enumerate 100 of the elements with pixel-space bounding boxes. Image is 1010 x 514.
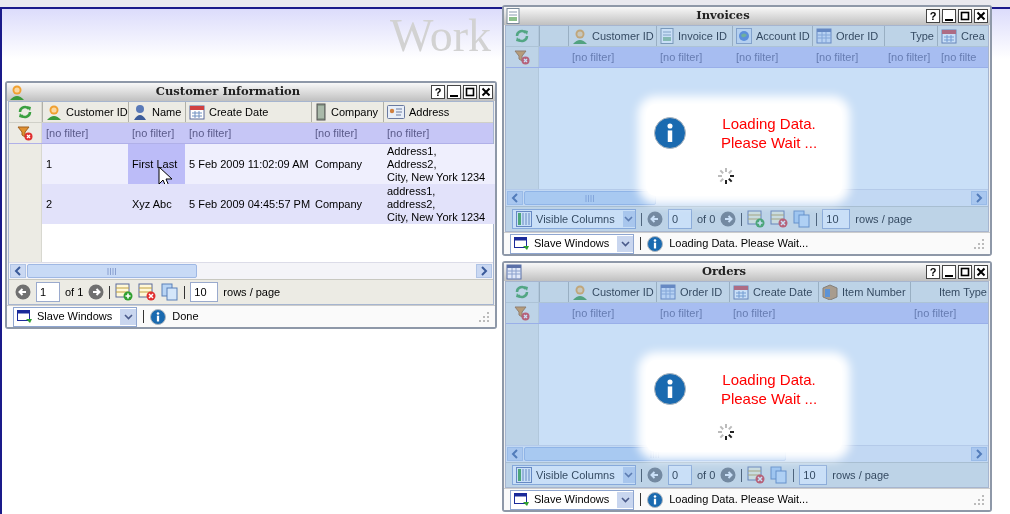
minimize-icon <box>945 274 953 277</box>
filter-clear-icon[interactable] <box>514 305 530 321</box>
rows-per-page-field[interactable]: 10 <box>190 282 219 302</box>
right-chevron-icon <box>975 193 983 203</box>
maximize-icon <box>960 11 970 21</box>
column-header[interactable]: Account ID <box>732 26 812 46</box>
delete-row-icon[interactable] <box>770 210 789 228</box>
scrollbar-thumb[interactable] <box>27 264 197 278</box>
table-cell[interactable]: address1, address2, City, New York 1234 <box>383 184 495 224</box>
close-icon <box>976 11 986 21</box>
table-cell[interactable]: Company <box>311 184 383 224</box>
grip-icon <box>650 450 660 458</box>
column-header[interactable]: Item Number <box>818 282 910 302</box>
rows-per-page-field[interactable]: 10 <box>799 465 828 485</box>
close-icon <box>481 87 491 97</box>
status-message: Loading Data. Please Wait... <box>669 492 810 508</box>
table-cell[interactable]: Xyz Abc <box>128 184 185 224</box>
maximize-button[interactable] <box>463 85 477 99</box>
column-header[interactable]: Order ID <box>656 282 729 302</box>
copy-icon[interactable] <box>161 283 180 301</box>
filter-cell[interactable]: [no filter] <box>128 123 185 143</box>
add-row-icon[interactable] <box>747 210 766 228</box>
close-button[interactable] <box>974 265 988 279</box>
filter-cell[interactable]: [no filter] <box>185 123 311 143</box>
filter-cell[interactable]: [no filter] <box>311 123 383 143</box>
column-header[interactable]: Invoice ID <box>656 26 732 46</box>
column-header[interactable]: Address <box>383 102 495 122</box>
grip-icon <box>107 267 117 275</box>
page-count: of 1 <box>65 284 84 300</box>
table-cell[interactable]: 1 <box>42 144 128 184</box>
resize-grip-icon <box>974 494 984 505</box>
column-header[interactable]: Crea <box>937 26 987 46</box>
filter-cell[interactable]: [no filter] <box>383 123 495 143</box>
page-field[interactable]: 0 <box>668 465 692 485</box>
grip-icon <box>585 194 595 202</box>
refresh-icon[interactable] <box>514 28 530 44</box>
windows-dropdown[interactable]: Slave Windows <box>13 306 138 327</box>
close-button[interactable] <box>974 9 988 23</box>
column-header[interactable]: Customer ID <box>568 26 656 46</box>
scroll-right-button[interactable] <box>971 447 987 461</box>
column-header[interactable]: Create Date <box>729 282 818 302</box>
minimize-icon <box>450 94 458 97</box>
page-field[interactable]: 1 <box>36 282 60 302</box>
page-field[interactable]: 0 <box>668 209 692 229</box>
help-button[interactable]: ? <box>431 85 445 99</box>
calendar-icon <box>733 284 749 300</box>
caret-icon <box>620 496 630 503</box>
filter-clear-icon[interactable] <box>17 125 33 141</box>
maximize-icon <box>960 267 970 277</box>
loading-message: Loading Data. Please Wait ... <box>719 114 819 152</box>
maximize-button[interactable] <box>958 265 972 279</box>
table-cell[interactable]: 2 <box>42 184 128 224</box>
help-button[interactable]: ? <box>926 9 940 23</box>
table-icon <box>816 28 832 44</box>
copy-icon[interactable] <box>770 466 789 484</box>
scroll-left-button[interactable] <box>10 264 26 278</box>
table-cell[interactable]: First Last <box>128 144 185 184</box>
column-header[interactable]: Customer ID <box>568 282 656 302</box>
box-icon <box>822 284 838 300</box>
scroll-right-button[interactable] <box>476 264 492 278</box>
refresh-icon[interactable] <box>514 284 530 300</box>
scroll-right-button[interactable] <box>971 191 987 205</box>
help-button[interactable]: ? <box>926 265 940 279</box>
columns-dropdown[interactable]: Visible Columns <box>512 465 636 485</box>
column-header[interactable]: Company <box>311 102 383 122</box>
columns-icon <box>516 211 532 227</box>
columns-dropdown[interactable]: Visible Columns <box>512 209 636 229</box>
column-header[interactable]: Order ID <box>812 26 884 46</box>
minimize-button[interactable] <box>447 85 461 99</box>
globe-icon <box>736 28 752 44</box>
right-chevron-icon <box>975 449 983 459</box>
close-button[interactable] <box>479 85 493 99</box>
filter-clear-icon[interactable] <box>514 49 530 65</box>
table-cell[interactable]: 5 Feb 2009 04:45:57 PM <box>185 184 311 224</box>
rows-per-page-field[interactable]: 10 <box>822 209 851 229</box>
delete-row-icon[interactable] <box>138 283 157 301</box>
table-cell[interactable]: 5 Feb 2009 11:02:09 AM <box>185 144 311 184</box>
column-header[interactable]: Customer ID <box>42 102 128 122</box>
refresh-icon[interactable] <box>17 104 33 120</box>
copy-icon[interactable] <box>793 210 812 228</box>
horizontal-scrollbar[interactable] <box>9 262 493 279</box>
minimize-button[interactable] <box>942 265 956 279</box>
page-count: of 0 <box>697 467 716 483</box>
windows-dropdown[interactable]: Slave Windows <box>510 233 635 254</box>
scroll-left-button[interactable] <box>507 447 523 461</box>
filter-cell[interactable]: [no filter] <box>42 123 128 143</box>
maximize-button[interactable] <box>958 9 972 23</box>
table-cell[interactable]: Company <box>311 144 383 184</box>
column-header[interactable]: Item Type <box>910 282 990 302</box>
table-row[interactable]: 2 Xyz Abc 5 Feb 2009 04:45:57 PM Company address1, address2, City, New York 1234 <box>42 184 495 224</box>
column-header[interactable]: Type <box>884 26 937 46</box>
minimize-button[interactable] <box>942 9 956 23</box>
column-header[interactable]: Create Date <box>185 102 311 122</box>
calendar-icon <box>941 28 957 44</box>
scrollbar-thumb[interactable] <box>524 191 656 205</box>
column-header[interactable]: Name <box>128 102 185 122</box>
scroll-left-button[interactable] <box>507 191 523 205</box>
delete-row-icon[interactable] <box>747 466 766 484</box>
add-row-icon[interactable] <box>115 283 134 301</box>
windows-dropdown[interactable]: Slave Windows <box>510 489 635 510</box>
